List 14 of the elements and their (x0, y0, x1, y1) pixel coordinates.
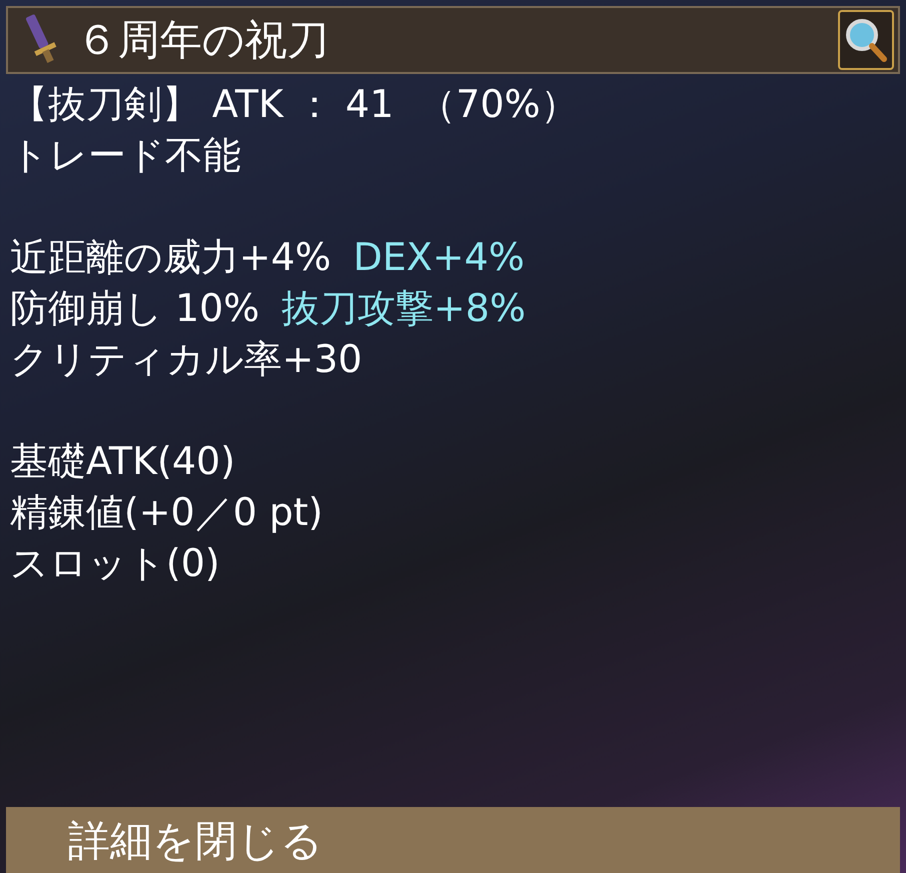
stat-text: 【抜刀剣】 ATK ： 41 （70%） (10, 84, 578, 122)
close-details-button[interactable]: 詳細を閉じる (6, 807, 900, 873)
search-icon (844, 17, 888, 63)
stat-text: 基礎ATK(40) (10, 442, 236, 480)
stat-text: スロット(0) (10, 544, 220, 582)
item-title: ６周年の祝刀 (76, 19, 330, 61)
bonus-stat-text: DEX+4% (353, 238, 525, 276)
stat-text: クリティカル率+30 (10, 340, 362, 378)
search-button[interactable] (838, 10, 894, 70)
stat-text: トレード不能 (10, 136, 241, 174)
bonus-stat-text: 抜刀攻撃+8% (282, 288, 526, 326)
stat-text: 近距離の威力+4% (10, 238, 332, 276)
stat-text: 精錬値(+0／0 pt) (10, 492, 323, 530)
stat-text: 防御崩し 10% (10, 288, 260, 326)
